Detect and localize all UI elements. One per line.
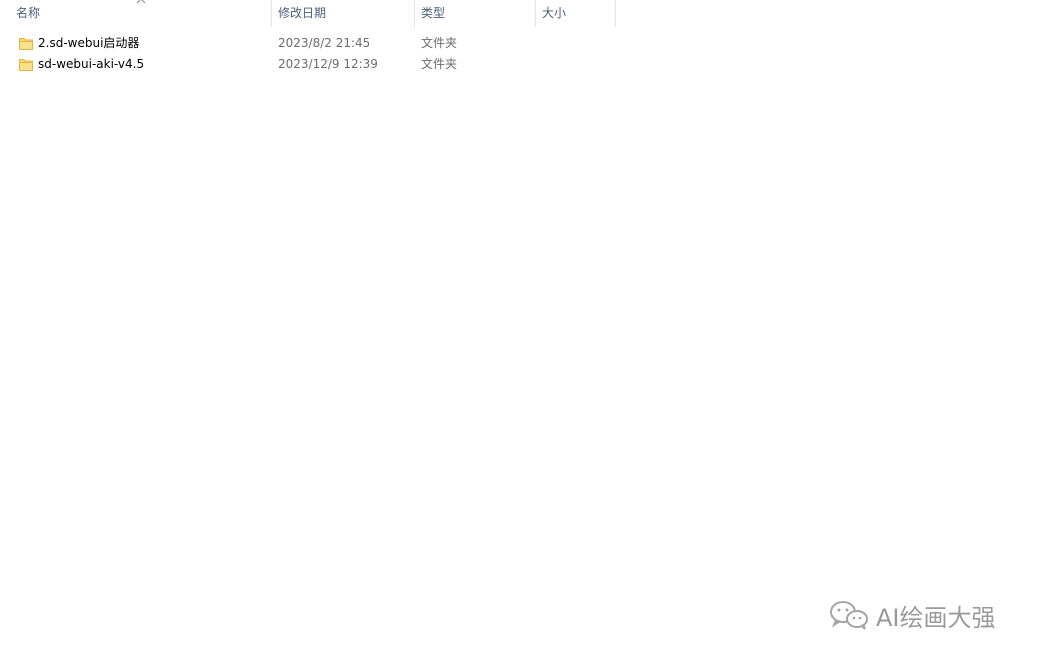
chevron-up-icon (134, 0, 148, 8)
column-header-date-label: 修改日期 (278, 6, 327, 20)
file-explorer-view: 名称 修改日期 类型 大小 2.sd-webui启动器 2023/8/2 21:… (0, 0, 1040, 659)
file-name: 2.sd-webui启动器 (38, 36, 140, 50)
type-cell: 文件夹 (421, 36, 458, 50)
folder-icon (19, 36, 33, 50)
watermark: AI绘画大强 (828, 598, 996, 632)
watermark-text: AI绘画大强 (876, 603, 996, 632)
wechat-icon (828, 600, 870, 630)
column-header-date-modified[interactable]: 修改日期 (272, 0, 415, 27)
column-header-type[interactable]: 类型 (415, 0, 536, 27)
column-header-name-label: 名称 (16, 6, 41, 20)
file-row[interactable]: 2.sd-webui启动器 2023/8/2 21:45 文件夹 (0, 33, 1040, 54)
date-modified-cell: 2023/8/2 21:45 (278, 36, 371, 50)
folder-icon (19, 57, 33, 71)
type-cell: 文件夹 (421, 57, 458, 71)
column-header-size[interactable]: 大小 (536, 0, 616, 27)
column-header-type-label: 类型 (421, 6, 446, 20)
date-modified-cell: 2023/12/9 12:39 (278, 57, 378, 71)
column-header-size-label: 大小 (542, 6, 567, 20)
column-header-row: 名称 修改日期 类型 大小 (0, 0, 1040, 27)
column-header-name[interactable]: 名称 (0, 0, 272, 27)
file-name: sd-webui-aki-v4.5 (38, 57, 145, 71)
file-row[interactable]: sd-webui-aki-v4.5 2023/12/9 12:39 文件夹 (0, 54, 1040, 75)
